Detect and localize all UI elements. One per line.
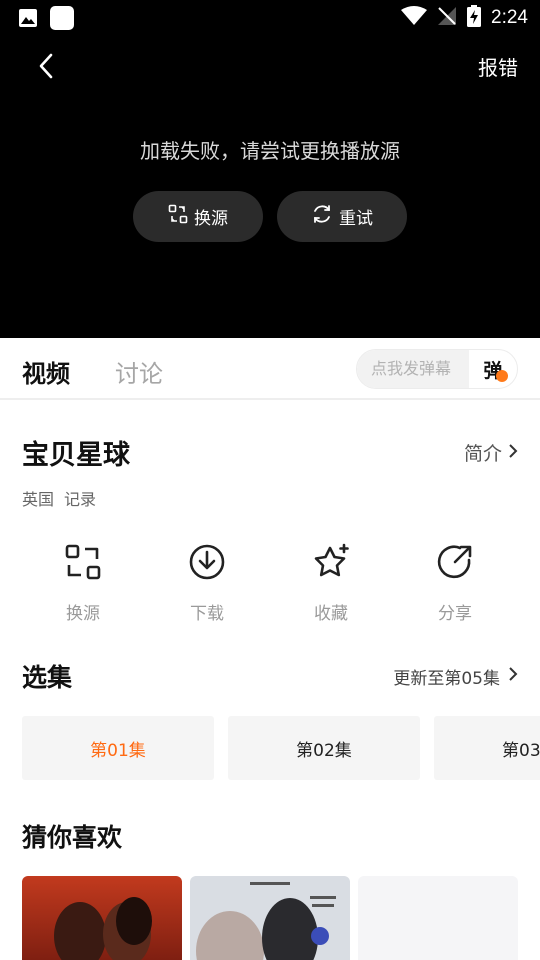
battery-charging-icon bbox=[467, 5, 482, 31]
app-notification-icon bbox=[50, 6, 74, 34]
image-notification-icon bbox=[18, 8, 38, 32]
favorite-star-icon bbox=[291, 540, 371, 584]
retry-label: 重试 bbox=[339, 209, 373, 229]
favorite-button[interactable]: 收藏 bbox=[291, 540, 371, 624]
switch-source-icon bbox=[168, 204, 188, 229]
action-label: 下载 bbox=[190, 604, 224, 624]
danmu-toggle-button[interactable]: 弹 bbox=[469, 350, 517, 388]
clock: 2:24 bbox=[491, 7, 528, 28]
refresh-icon bbox=[311, 203, 333, 230]
chevron-right-icon bbox=[508, 666, 518, 687]
video-player[interactable]: 2:24 报错 加载失败，请尝试更换播放源 换源 重试 bbox=[0, 0, 540, 338]
episode-item-2[interactable]: 第02集 bbox=[228, 716, 420, 780]
action-label: 收藏 bbox=[314, 604, 348, 624]
recommend-poster-2[interactable] bbox=[190, 876, 350, 960]
tab-bar: 视频 讨论 点我发弹幕 弹 bbox=[0, 338, 540, 400]
recommend-poster-1[interactable] bbox=[22, 876, 182, 960]
download-button[interactable]: 下载 bbox=[167, 540, 247, 624]
tab-video[interactable]: 视频 bbox=[22, 354, 70, 389]
intro-link[interactable]: 简介 bbox=[464, 439, 518, 466]
danmu-bar: 点我发弹幕 弹 bbox=[356, 349, 518, 389]
episodes-all-link[interactable]: 更新至第05集 bbox=[393, 664, 518, 689]
episodes-title: 选集 bbox=[22, 663, 73, 692]
danmu-input[interactable]: 点我发弹幕 bbox=[357, 350, 469, 388]
no-signal-icon bbox=[437, 6, 457, 30]
chevron-left-icon bbox=[30, 53, 62, 86]
danmu-toggle-label: 弹 bbox=[483, 356, 508, 383]
retry-button[interactable]: 重试 bbox=[277, 191, 407, 242]
switch-source-icon bbox=[43, 540, 123, 584]
show-title: 宝贝星球 bbox=[22, 440, 130, 471]
status-bar: 2:24 bbox=[0, 0, 540, 36]
episode-item-3[interactable]: 第03集 bbox=[434, 716, 540, 780]
download-icon bbox=[167, 540, 247, 584]
share-button[interactable]: 分享 bbox=[415, 540, 495, 624]
share-icon bbox=[415, 540, 495, 584]
wifi-icon bbox=[401, 6, 428, 30]
switch-source-button[interactable]: 换源 bbox=[43, 540, 123, 624]
update-status: 更新至第05集 bbox=[393, 669, 500, 689]
danmu-enabled-check-icon bbox=[495, 369, 508, 382]
intro-label: 简介 bbox=[463, 443, 502, 465]
action-label: 换源 bbox=[66, 604, 100, 624]
recommend-poster-3[interactable] bbox=[358, 876, 518, 960]
action-label: 分享 bbox=[438, 604, 472, 624]
switch-source-label: 换源 bbox=[194, 209, 228, 229]
report-error-button[interactable]: 报错 bbox=[478, 52, 518, 81]
video-detail-page: 2:24 报错 加载失败，请尝试更换播放源 换源 重试 视频 讨论 点我发弹幕 … bbox=[0, 0, 540, 960]
chevron-right-icon bbox=[508, 442, 518, 464]
tab-discussion[interactable]: 讨论 bbox=[115, 354, 163, 389]
back-button[interactable] bbox=[30, 50, 62, 82]
player-switch-source-button[interactable]: 换源 bbox=[133, 191, 263, 242]
tag-genre: 记录 bbox=[64, 490, 97, 509]
tag-region: 英国 bbox=[22, 490, 55, 509]
show-tags: 英国 记录 bbox=[22, 486, 96, 510]
recommend-title: 猜你喜欢 bbox=[22, 823, 123, 852]
load-error-message: 加载失败，请尝试更换播放源 bbox=[140, 139, 400, 163]
episode-item-1[interactable]: 第01集 bbox=[22, 716, 214, 780]
